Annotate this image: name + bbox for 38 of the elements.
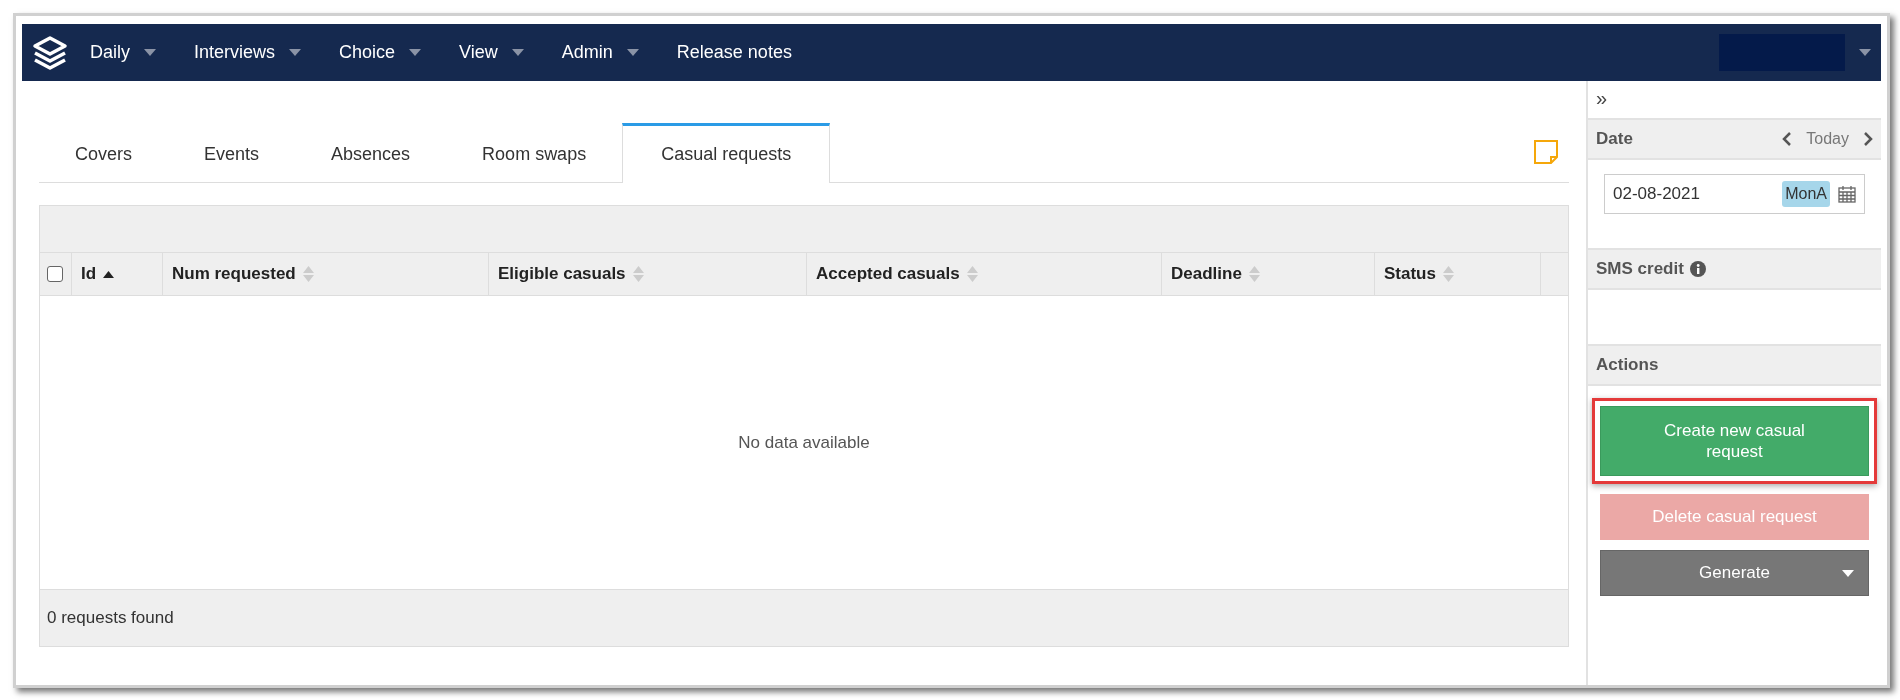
- info-icon[interactable]: [1689, 261, 1706, 277]
- calendar-icon[interactable]: [1838, 185, 1856, 203]
- nav-menu-item[interactable]: Admin: [561, 42, 639, 63]
- sms-credit-title: SMS credit: [1596, 259, 1684, 279]
- next-day-button[interactable]: [1863, 132, 1873, 146]
- tab[interactable]: Covers: [39, 124, 168, 182]
- chevron-left-icon: [1782, 132, 1793, 146]
- stacked-layers-logo-icon: [32, 34, 68, 71]
- date-value: 02-08-2021: [1613, 184, 1700, 204]
- nav-menu-item[interactable]: Daily: [90, 42, 156, 63]
- column-header[interactable]: Num requested: [172, 264, 296, 284]
- date-field[interactable]: 02-08-2021 MonA: [1604, 174, 1865, 214]
- column-header[interactable]: Status: [1384, 264, 1436, 284]
- today-button[interactable]: Today: [1806, 130, 1849, 148]
- dropdown-button[interactable]: Generate: [1600, 550, 1869, 596]
- nav-menu-item[interactable]: Choice: [339, 42, 422, 63]
- date-section-title: Date: [1596, 129, 1633, 149]
- week-badge: MonA: [1782, 181, 1830, 207]
- tab[interactable]: Events: [168, 124, 296, 182]
- column-header[interactable]: Id: [81, 264, 97, 284]
- nav-menu-item[interactable]: Release notes: [676, 42, 792, 63]
- empty-table-message: No data available: [738, 432, 870, 453]
- actions-section-title: Actions: [1596, 355, 1659, 375]
- select-all-checkbox[interactable]: [47, 266, 63, 282]
- caret-icon: [1842, 569, 1854, 577]
- tab[interactable]: Absences: [295, 124, 447, 182]
- column-header[interactable]: Eligible casuals: [498, 264, 626, 284]
- chevron-right-icon: [1863, 132, 1873, 146]
- column-header[interactable]: Deadline: [1171, 264, 1242, 284]
- results-count: 0 requests found: [47, 608, 174, 628]
- tab[interactable]: Room swaps: [446, 124, 623, 182]
- column-header[interactable]: Accepted casuals: [816, 264, 960, 284]
- nav-menu-item[interactable]: Interviews: [194, 42, 302, 63]
- previous-day-button[interactable]: [1782, 132, 1793, 146]
- nav-menu-item[interactable]: View: [459, 42, 524, 63]
- tab[interactable]: Casual requests: [622, 123, 831, 183]
- user-menu-caret-icon: [1859, 49, 1871, 56]
- collapse-sidebar-button[interactable]: »: [1588, 81, 1881, 118]
